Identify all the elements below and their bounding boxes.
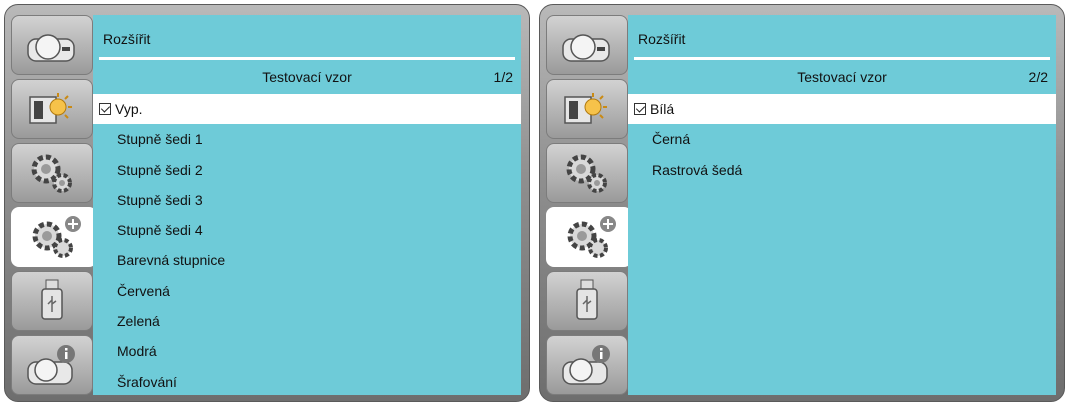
option-label: Bílá (650, 101, 675, 117)
option-label: Barevná stupnice (117, 252, 226, 269)
sidebar-tab-extended[interactable] (546, 207, 632, 267)
option-item[interactable]: Červená (93, 276, 521, 306)
submenu-header: Testovací vzor 2/2 (628, 67, 1056, 89)
sidebar-tab-image[interactable] (546, 79, 628, 139)
page-indicator: 2/2 (1028, 69, 1048, 85)
submenu-title: Testovací vzor (262, 69, 352, 85)
option-label: Stupně šedi 1 (117, 131, 203, 148)
sidebar-tab-extended[interactable] (11, 207, 97, 267)
option-label: Stupně šedi 3 (117, 191, 203, 208)
usb-icon (576, 279, 598, 320)
image-adjust-icon (564, 93, 607, 124)
option-list: Bílá Černá Rastrová šedá (628, 94, 1056, 185)
option-item[interactable]: Modrá (93, 336, 521, 366)
option-label: Šrafování (117, 373, 177, 390)
option-label: Modrá (117, 343, 157, 360)
option-item[interactable]: Černá (628, 124, 1056, 154)
sidebar-tab-info[interactable] (546, 335, 628, 395)
page-indicator: 1/2 (493, 69, 513, 85)
usb-icon (41, 279, 63, 320)
option-label: Zelená (117, 313, 160, 330)
info-icon (562, 345, 610, 385)
menu-title: Rozšířit (103, 31, 151, 47)
settings-icon (31, 154, 72, 193)
option-label: Stupně šedi 4 (117, 222, 203, 239)
option-item[interactable]: Šrafování (93, 367, 521, 395)
title-divider (99, 57, 515, 60)
checkbox-checked-icon (99, 102, 111, 115)
option-item[interactable]: Stupně šedi 3 (93, 185, 521, 215)
option-item[interactable]: Rastrová šedá (628, 155, 1056, 185)
projector-icon (562, 34, 610, 62)
extended-settings-icon (567, 216, 616, 258)
option-item[interactable]: Vyp. (93, 94, 521, 125)
option-label: Vyp. (115, 101, 143, 117)
projector-icon (27, 34, 75, 62)
title-divider (634, 57, 1050, 60)
menu-panel-page-2: Rozšířit Testovací vzor 2/2 Bílá Černá R… (539, 4, 1065, 402)
info-icon (27, 345, 75, 385)
settings-icon (566, 154, 607, 193)
sidebar (11, 15, 97, 395)
option-item[interactable]: Barevná stupnice (93, 245, 521, 275)
submenu-header: Testovací vzor 1/2 (93, 67, 521, 89)
option-item[interactable]: Zelená (93, 306, 521, 336)
option-label: Stupně šedi 2 (117, 161, 203, 178)
option-label: Rastrová šedá (652, 161, 743, 178)
extended-settings-icon (32, 216, 81, 258)
sidebar-tab-image[interactable] (11, 79, 93, 139)
menu-panel-page-1: Rozšířit Testovací vzor 1/2 Vyp. Stupně … (4, 4, 530, 402)
sidebar-tab-projector[interactable] (546, 15, 628, 75)
sidebar-tab-info[interactable] (11, 335, 93, 395)
image-adjust-icon (29, 93, 72, 124)
option-label: Černá (652, 131, 691, 148)
option-item[interactable]: Stupně šedi 2 (93, 155, 521, 185)
menu-title: Rozšířit (638, 31, 686, 47)
menu-content: Rozšířit Testovací vzor 2/2 Bílá Černá R… (628, 15, 1056, 395)
menu-content: Rozšířit Testovací vzor 1/2 Vyp. Stupně … (93, 15, 521, 395)
sidebar-tab-usb[interactable] (546, 271, 628, 331)
option-item[interactable]: Bílá (628, 94, 1056, 125)
sidebar (546, 15, 632, 395)
sidebar-tab-usb[interactable] (11, 271, 93, 331)
sidebar-tab-settings[interactable] (546, 143, 628, 203)
option-label: Červená (117, 282, 170, 299)
submenu-title: Testovací vzor (797, 69, 887, 85)
checkbox-checked-icon (634, 102, 646, 115)
option-list: Vyp. Stupně šedi 1 Stupně šedi 2 Stupně … (93, 94, 521, 395)
sidebar-tab-projector[interactable] (11, 15, 93, 75)
sidebar-tab-settings[interactable] (11, 143, 93, 203)
option-item[interactable]: Stupně šedi 1 (93, 124, 521, 154)
option-item[interactable]: Stupně šedi 4 (93, 215, 521, 245)
